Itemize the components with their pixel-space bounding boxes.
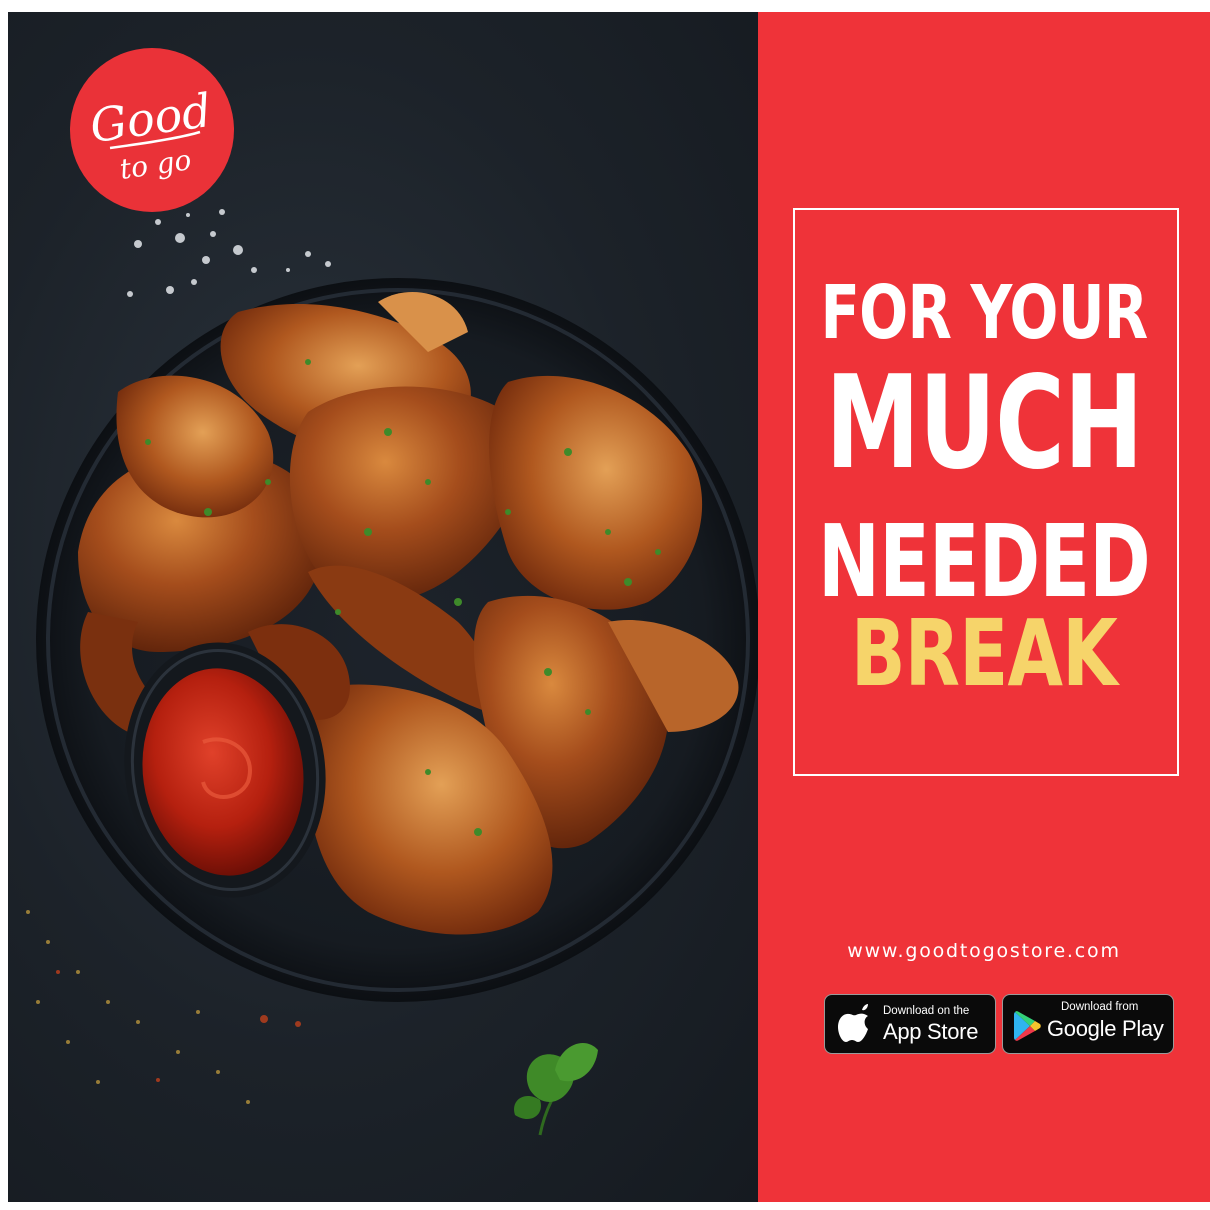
google-play-button[interactable]: Download from Google Play <box>1002 994 1174 1054</box>
google-play-small-label: Download from <box>1061 1001 1139 1013</box>
google-play-big-label: Google Play <box>1047 1016 1164 1041</box>
logo-wordmark: Good to go <box>87 83 215 186</box>
app-store-button[interactable]: Download on the App Store <box>824 994 996 1054</box>
headline-line-1: FOR YOUR <box>820 270 1149 356</box>
headline-line-2: MUCH <box>825 349 1144 498</box>
promo-panel: FOR YOUR MUCH NEEDED BREAK www.goodtogos… <box>758 12 1210 1202</box>
headline-line-3: NEEDED <box>817 503 1151 620</box>
headline-highlight: BREAK <box>850 600 1118 707</box>
website-url[interactable]: www.goodtogostore.com <box>758 940 1210 962</box>
ad-canvas: Good to go FOR YOUR MUCH NEEDED BREAK ww… <box>8 12 1210 1202</box>
good-to-go-logo: Good to go <box>70 48 234 212</box>
app-store-small-label: Download on the <box>883 1005 970 1017</box>
food-photo-panel: Good to go <box>8 12 758 1202</box>
parsley-leaf-icon <box>514 1042 598 1136</box>
google-play-icon <box>1014 1011 1041 1041</box>
app-store-big-label: App Store <box>883 1019 979 1044</box>
apple-icon <box>838 1004 868 1042</box>
logo-text-togo: to go <box>118 143 194 186</box>
